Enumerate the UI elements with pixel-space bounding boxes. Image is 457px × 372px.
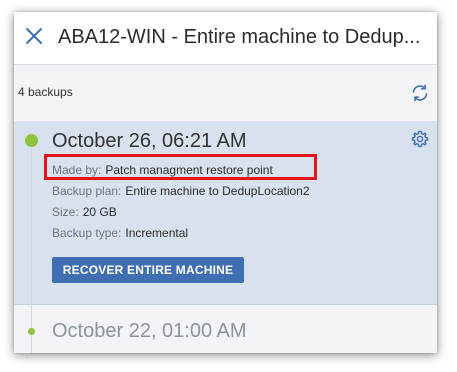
backup-plan-row: Backup plan: Entire machine to DedupLocat… [52,183,310,199]
size-label: Size: [52,205,79,219]
highlight-annotation [44,154,317,180]
size-value: 20 GB [82,205,117,219]
refresh-icon [412,84,428,102]
backup-type-label: Backup type: [52,226,122,240]
recover-entire-machine-button[interactable]: RECOVER ENTIRE MACHINE [52,257,244,283]
close-button[interactable] [25,27,43,45]
backup-plan-value: Entire machine to DedupLocation2 [125,184,310,198]
backups-toolbar: 4 backups [14,65,437,122]
close-icon [26,28,42,44]
backup-status-dot [25,134,38,147]
backup-type-row: Backup type: Incremental [52,225,188,241]
panel-header: ABA12-WIN - Entire machine to Dedup... [14,12,437,65]
backup-date: October 26, 06:21 AM [52,130,247,152]
backup-count: 4 backups [18,85,73,99]
page-title: ABA12-WIN - Entire machine to Dedup... [58,26,421,48]
backup-plan-label: Backup plan: [52,184,122,198]
backup-date: October 22, 01:00 AM [52,320,247,342]
refresh-button[interactable] [410,83,430,103]
backup-details-panel: ABA12-WIN - Entire machine to Dedup... 4… [14,12,437,353]
backup-settings-button[interactable] [411,130,429,148]
backup-status-dot [28,328,35,335]
timeline-line [31,134,32,353]
gear-icon [411,130,429,148]
backup-type-value: Incremental [125,226,189,240]
size-row: Size: 20 GB [52,204,117,220]
